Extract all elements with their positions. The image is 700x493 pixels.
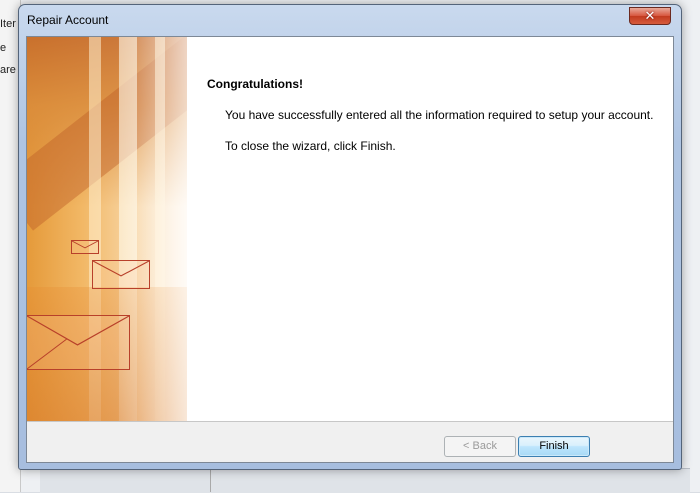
page-heading: Congratulations! (207, 77, 303, 91)
background-text-fragment: are r (0, 64, 18, 76)
window-title: Repair Account (27, 13, 109, 27)
background-text-fragment: e (0, 42, 7, 54)
background-statusbar (40, 468, 690, 493)
background-text-fragment: Iter (0, 18, 16, 30)
finish-button[interactable]: Finish (518, 436, 590, 457)
repair-account-dialog: Repair Account ✕ Congratulations! You ha… (18, 4, 682, 470)
envelope-icon (27, 315, 130, 370)
close-icon: ✕ (644, 8, 656, 23)
success-message: You have successfully entered all the in… (225, 108, 654, 122)
wizard-page: Congratulations! You have successfully e… (27, 37, 673, 422)
wizard-message-area: Congratulations! You have successfully e… (207, 77, 657, 153)
background-divider (210, 470, 211, 492)
instruction-message: To close the wizard, click Finish. (225, 139, 396, 153)
back-button[interactable]: < Back (444, 436, 516, 457)
envelope-icon (71, 240, 99, 254)
envelope-icon (92, 260, 150, 289)
envelope-illustration (27, 37, 187, 421)
close-button[interactable]: ✕ (629, 7, 671, 25)
dialog-client-area: Congratulations! You have successfully e… (26, 36, 674, 463)
title-bar[interactable]: Repair Account ✕ (19, 5, 681, 35)
